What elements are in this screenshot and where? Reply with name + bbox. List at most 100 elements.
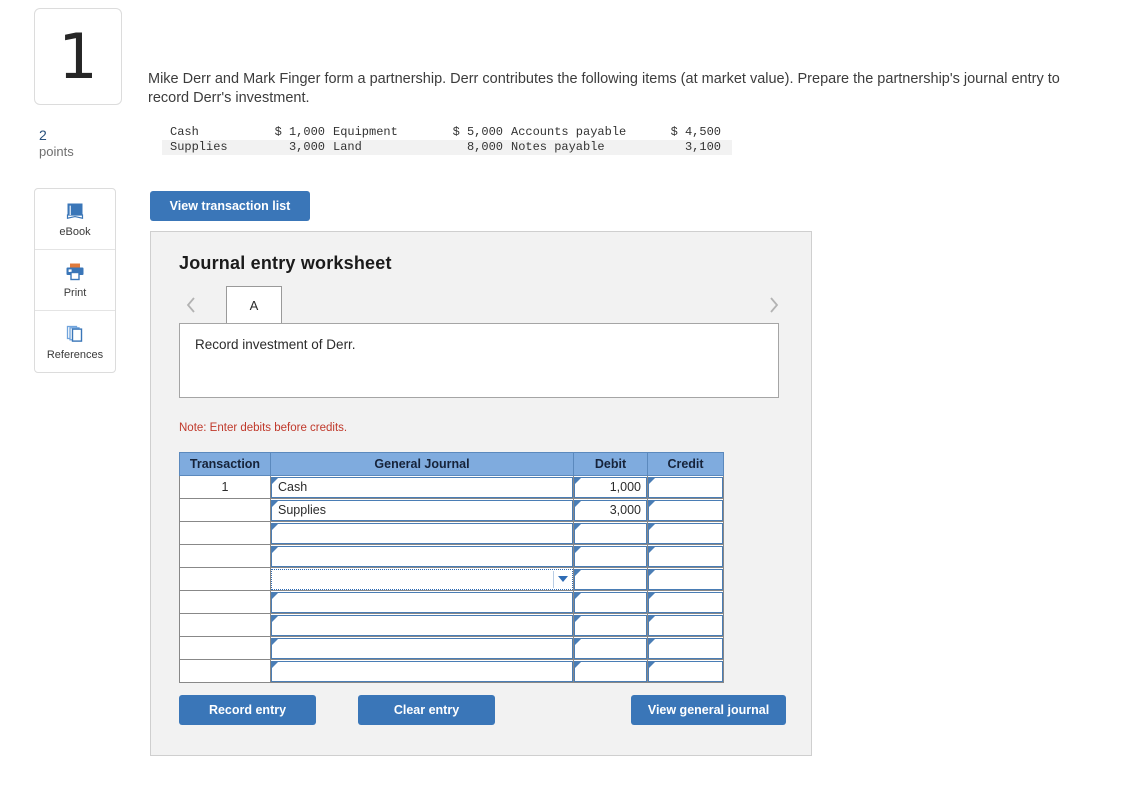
transaction-description-text: Record investment of Derr. <box>195 337 356 352</box>
account-name-input[interactable] <box>271 591 573 613</box>
transaction-cell <box>179 659 271 683</box>
chevron-left-icon[interactable] <box>179 292 203 318</box>
debit-input[interactable] <box>574 637 647 659</box>
cell-corner-marker-icon <box>575 477 581 484</box>
journal-row <box>179 659 724 683</box>
given-amount-2: 8,000 <box>466 140 503 154</box>
credit-cell <box>647 498 724 522</box>
account-name-input[interactable]: Cash <box>271 476 573 498</box>
worksheet-tab-a[interactable]: A <box>226 286 282 324</box>
given-amount-3: 3,100 <box>684 140 721 154</box>
tool-panel: eBook Print References <box>34 188 116 373</box>
references-icon <box>64 323 86 345</box>
account-name-cell <box>270 544 574 568</box>
worksheet-tab-label: A <box>249 298 259 313</box>
given-item-2: Land <box>333 140 362 154</box>
cell-corner-marker-icon <box>575 569 581 576</box>
tool-ebook[interactable]: eBook <box>35 189 115 250</box>
cell-corner-marker-icon <box>272 523 278 530</box>
given-data-row: Cash $ 1,000 Equipment $ 5,000 Accounts … <box>162 125 732 140</box>
record-entry-button[interactable]: Record entry <box>179 695 316 725</box>
tool-print[interactable]: Print <box>35 250 115 311</box>
tool-print-label: Print <box>63 287 87 299</box>
credit-input[interactable] <box>648 614 723 636</box>
debit-cell: 3,000 <box>573 498 648 522</box>
debit-input[interactable] <box>574 568 647 590</box>
chevron-right-icon[interactable] <box>761 292 785 318</box>
debit-cell <box>573 613 648 637</box>
account-name-input[interactable] <box>271 522 573 544</box>
credit-cell <box>647 636 724 660</box>
debit-input[interactable] <box>574 591 647 613</box>
debit-value: 3,000 <box>609 503 641 517</box>
debit-input[interactable] <box>574 614 647 636</box>
given-item-1: Supplies <box>170 140 228 154</box>
account-name-input[interactable]: Supplies <box>271 499 573 521</box>
account-name-input[interactable] <box>271 568 573 590</box>
given-amount-3: $ 4,500 <box>670 125 721 139</box>
ebook-icon <box>64 200 86 222</box>
cell-corner-marker-icon <box>575 592 581 599</box>
account-name-cell <box>270 613 574 637</box>
account-name-cell <box>270 659 574 683</box>
cell-corner-marker-icon <box>649 546 655 553</box>
credit-cell <box>647 567 724 591</box>
debit-input[interactable] <box>574 660 647 682</box>
view-transaction-list-button[interactable]: View transaction list <box>150 191 310 221</box>
credit-cell <box>647 590 724 614</box>
given-data-table: Cash $ 1,000 Equipment $ 5,000 Accounts … <box>162 125 732 155</box>
debit-cell <box>573 659 648 683</box>
credit-cell <box>647 544 724 568</box>
credit-input[interactable] <box>648 660 723 682</box>
journal-entry-table: Transaction General Journal Debit Credit… <box>179 452 724 683</box>
tool-references[interactable]: References <box>35 311 115 372</box>
transaction-cell <box>179 613 271 637</box>
debit-input[interactable]: 3,000 <box>574 499 647 521</box>
debit-cell <box>573 544 648 568</box>
column-header-general-journal: General Journal <box>270 452 574 476</box>
question-number: 1 <box>58 19 98 93</box>
account-name-input[interactable] <box>271 660 573 682</box>
view-general-journal-button[interactable]: View general journal <box>631 695 786 725</box>
transaction-cell <box>179 521 271 545</box>
clear-entry-button[interactable]: Clear entry <box>358 695 495 725</box>
given-item-2: Equipment <box>333 125 398 139</box>
cell-corner-marker-icon <box>575 546 581 553</box>
debit-input[interactable] <box>574 522 647 544</box>
journal-row: 1 Cash 1,000 <box>179 475 724 499</box>
debits-before-credits-note: Note: Enter debits before credits. <box>179 422 348 434</box>
cell-corner-marker-icon <box>272 477 278 484</box>
left-rail: 1 2 points eBook Print References <box>34 8 124 373</box>
credit-input[interactable] <box>648 568 723 590</box>
credit-input[interactable] <box>648 545 723 567</box>
account-name-input[interactable] <box>271 637 573 659</box>
cell-corner-marker-icon <box>649 661 655 668</box>
journal-row <box>179 567 724 591</box>
credit-input[interactable] <box>648 637 723 659</box>
account-name-input[interactable] <box>271 614 573 636</box>
worksheet-tab-row: A <box>151 286 813 324</box>
cell-corner-marker-icon <box>272 546 278 553</box>
debit-cell <box>573 521 648 545</box>
credit-input[interactable] <box>648 499 723 521</box>
transaction-description-box: Record investment of Derr. <box>179 323 779 398</box>
cell-corner-marker-icon <box>649 477 655 484</box>
given-amount-1: 3,000 <box>288 140 325 154</box>
column-header-transaction: Transaction <box>179 452 271 476</box>
transaction-cell <box>179 590 271 614</box>
debit-input[interactable] <box>574 545 647 567</box>
points-value: 2 <box>39 127 47 143</box>
question-number-box: 1 <box>34 8 122 105</box>
account-name-cell: Supplies <box>270 498 574 522</box>
cell-corner-marker-icon <box>575 661 581 668</box>
chevron-down-icon[interactable] <box>558 576 568 582</box>
credit-input[interactable] <box>648 522 723 544</box>
credit-input[interactable] <box>648 476 723 498</box>
question-text: Mike Derr and Mark Finger form a partner… <box>148 71 1060 106</box>
debit-input[interactable]: 1,000 <box>574 476 647 498</box>
journal-row <box>179 521 724 545</box>
credit-input[interactable] <box>648 591 723 613</box>
journal-header-row: Transaction General Journal Debit Credit <box>179 452 724 476</box>
journal-row: Supplies 3,000 <box>179 498 724 522</box>
account-name-input[interactable] <box>271 545 573 567</box>
